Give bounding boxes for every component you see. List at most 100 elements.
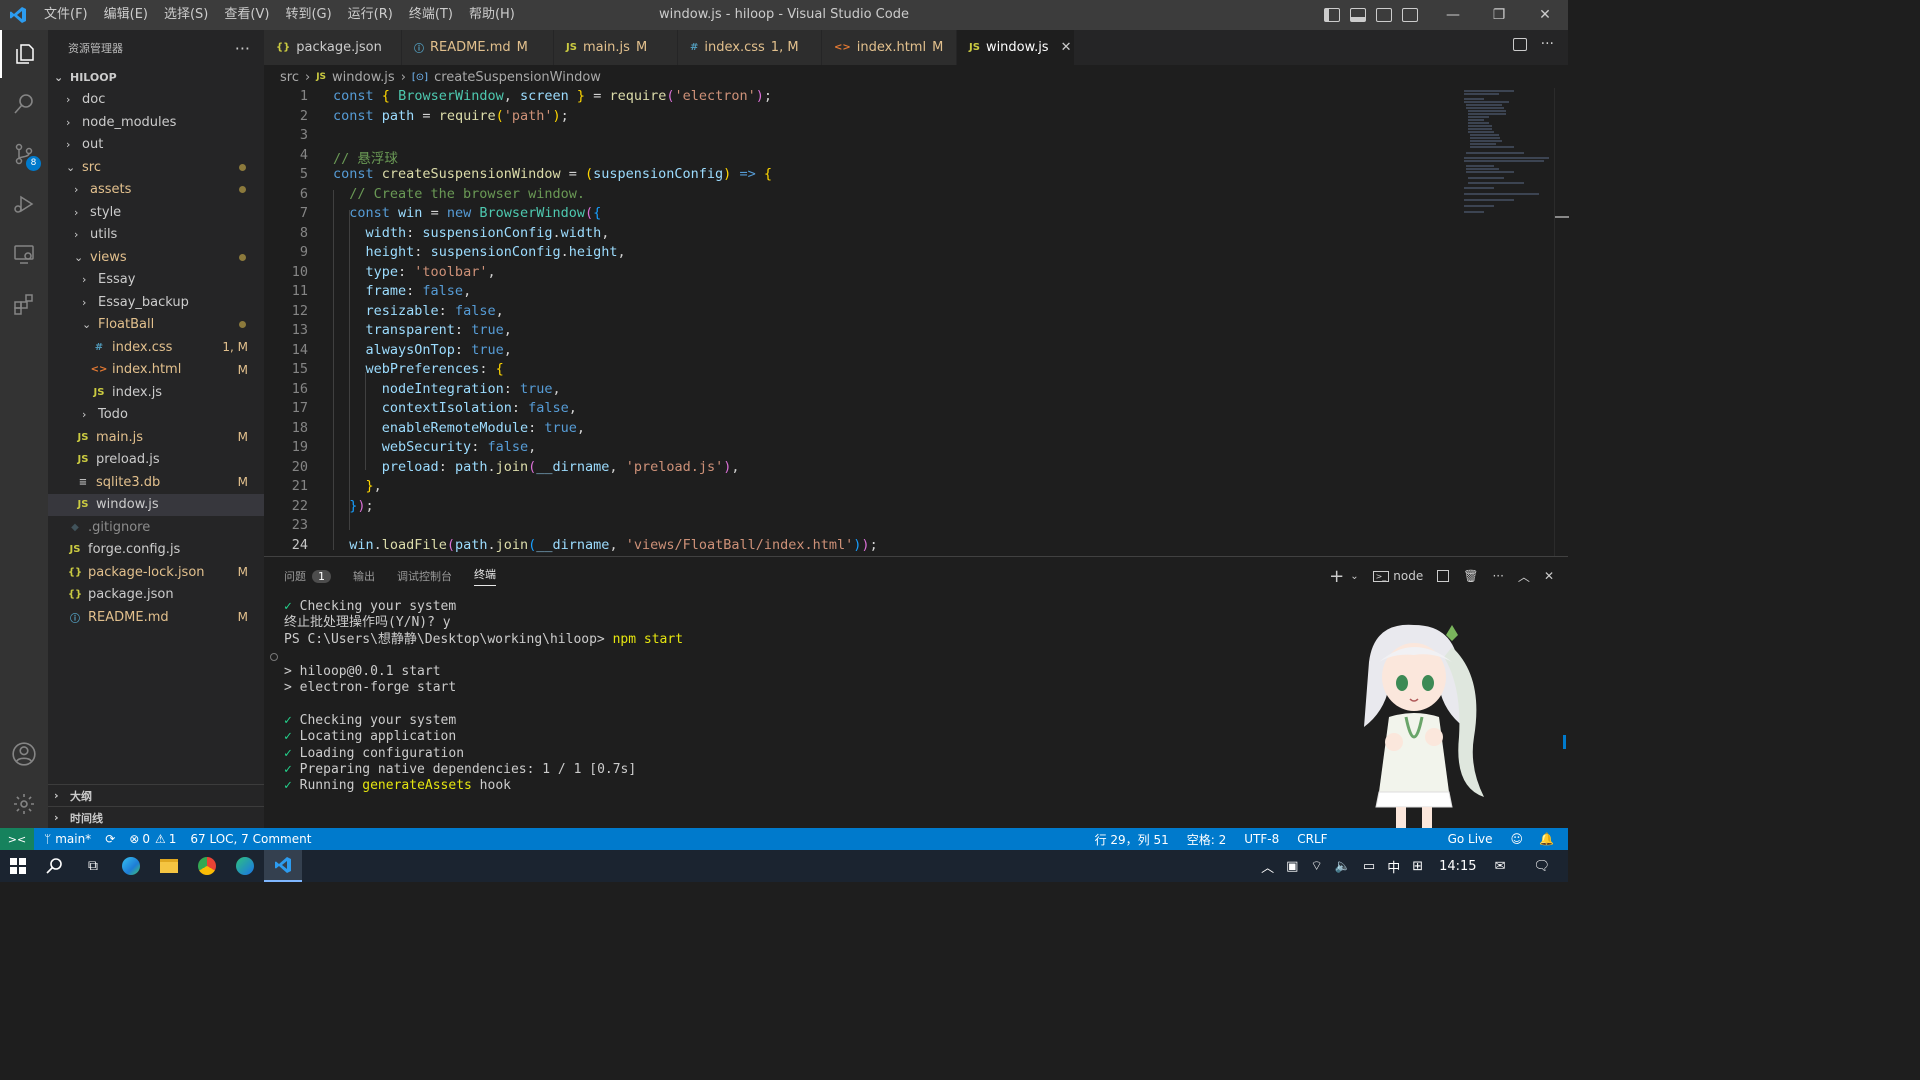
menu-item[interactable]: 帮助(H) bbox=[461, 0, 523, 30]
outline-section[interactable]: › 大纲 bbox=[48, 784, 264, 807]
breadcrumb-item[interactable]: createSuspensionWindow bbox=[434, 70, 601, 85]
customize-layout-icon[interactable] bbox=[1402, 8, 1418, 22]
loc-status[interactable]: 67 LOC, 7 Comment bbox=[190, 832, 311, 846]
toggle-panel-icon[interactable] bbox=[1350, 8, 1366, 22]
code-line[interactable]: // Create the browser window. bbox=[333, 186, 585, 202]
taskbar-search-icon[interactable] bbox=[36, 857, 74, 875]
file-item[interactable]: ◆ .gitignore bbox=[48, 516, 264, 539]
battery-icon[interactable]: ▭ bbox=[1363, 859, 1375, 874]
tab-main-js[interactable]: JS main.js M bbox=[554, 30, 678, 65]
tab-index-html[interactable]: <> index.html M bbox=[822, 30, 957, 65]
split-editor-icon[interactable] bbox=[1512, 38, 1527, 51]
code-line[interactable]: width: suspensionConfig.width, bbox=[333, 225, 610, 241]
wifi-icon[interactable]: ⌔ bbox=[1310, 858, 1322, 874]
folder-item[interactable]: › assets bbox=[48, 179, 264, 202]
cursor-position[interactable]: 行 29，列 51 bbox=[1095, 831, 1169, 848]
close-tab-icon[interactable]: ✕ bbox=[1061, 40, 1072, 55]
restore-button[interactable]: ❐ bbox=[1476, 0, 1522, 30]
remote-indicator[interactable]: >< bbox=[0, 828, 34, 850]
tab-package-json[interactable]: {} package.json bbox=[264, 30, 402, 65]
timeline-section[interactable]: › 时间线 bbox=[48, 806, 264, 829]
line-ending[interactable]: CRLF bbox=[1297, 832, 1327, 846]
close-panel-icon[interactable]: ✕ bbox=[1544, 569, 1554, 583]
code-line[interactable]: win.loadFile(path.join(__dirname, 'views… bbox=[333, 537, 877, 553]
accounts-icon[interactable] bbox=[0, 730, 48, 778]
ime-indicator[interactable]: 中 bbox=[1387, 857, 1400, 876]
extensions-icon[interactable] bbox=[0, 280, 48, 328]
tab-readme-md[interactable]: ⓘ README.md M bbox=[402, 30, 554, 65]
code-line[interactable]: resizable: false, bbox=[333, 303, 504, 319]
panel-tab[interactable]: 终端 bbox=[474, 566, 496, 586]
code-line[interactable]: }, bbox=[333, 478, 382, 494]
breadcrumb-item[interactable]: src bbox=[280, 70, 299, 85]
folder-item[interactable]: ⌄ src bbox=[48, 156, 264, 179]
code-line[interactable]: type: 'toolbar', bbox=[333, 264, 496, 280]
edge-browser-icon[interactable] bbox=[112, 857, 150, 875]
terminal-output[interactable]: ✓ Checking your system 终止批处理操作吗(Y/N)? y PS… bbox=[284, 599, 683, 795]
source-control-icon[interactable]: 8 bbox=[0, 130, 48, 178]
file-item[interactable]: ≡ sqlite3.db M bbox=[48, 471, 264, 494]
tray-mail-icon[interactable]: ✉ bbox=[1495, 859, 1506, 874]
editor-scrollbar[interactable] bbox=[1554, 88, 1569, 556]
windows-start-icon[interactable] bbox=[0, 858, 36, 874]
chevron-down-icon[interactable]: ⌄ bbox=[1350, 571, 1358, 582]
terminal-shell[interactable]: >_ node bbox=[1372, 569, 1423, 583]
folder-item[interactable]: › style bbox=[48, 201, 264, 224]
branch-status[interactable]: ᛘ main* bbox=[44, 832, 91, 846]
file-item[interactable]: {} package.json bbox=[48, 584, 264, 607]
code-editor[interactable]: 1 const { BrowserWindow, screen } = requi… bbox=[264, 88, 1454, 556]
code-line[interactable]: height: suspensionConfig.height, bbox=[333, 244, 626, 260]
tray-app-icon[interactable]: ▣ bbox=[1286, 859, 1298, 874]
menu-item[interactable]: 文件(F) bbox=[36, 0, 96, 30]
folder-item[interactable]: › node_modules bbox=[48, 111, 264, 134]
settings-gear-icon[interactable] bbox=[0, 780, 48, 828]
tab-window-js[interactable]: JS window.js ✕ bbox=[957, 30, 1075, 65]
code-line[interactable]: }); bbox=[333, 498, 373, 514]
folder-item[interactable]: › doc bbox=[48, 89, 264, 112]
file-item[interactable]: JS window.js bbox=[48, 493, 264, 516]
file-item[interactable]: JS forge.config.js bbox=[48, 539, 264, 562]
folder-item[interactable]: › Todo bbox=[48, 404, 264, 427]
menu-item[interactable]: 编辑(E) bbox=[96, 0, 156, 30]
file-item[interactable]: # index.css 1, M bbox=[48, 336, 264, 359]
volume-icon[interactable]: 🔈 bbox=[1335, 859, 1351, 874]
folder-item[interactable]: › Essay bbox=[48, 269, 264, 292]
code-line[interactable]: // 悬浮球 bbox=[333, 147, 398, 167]
go-live-button[interactable]: Go Live bbox=[1448, 832, 1493, 846]
minimize-button[interactable]: — bbox=[1430, 0, 1476, 30]
code-line[interactable]: nodeIntegration: true, bbox=[333, 381, 561, 397]
panel-tab[interactable]: 调试控制台 bbox=[397, 568, 452, 584]
folder-item[interactable]: ⌄ FloatBall bbox=[48, 314, 264, 337]
panel-tab[interactable]: 输出 bbox=[353, 568, 375, 584]
menu-item[interactable]: 运行(R) bbox=[340, 0, 401, 30]
toggle-sidebar-icon[interactable] bbox=[1324, 8, 1340, 22]
more-actions-icon[interactable]: ··· bbox=[1492, 569, 1503, 583]
menu-item[interactable]: 选择(S) bbox=[156, 0, 216, 30]
breadcrumb-item[interactable]: window.js bbox=[332, 70, 395, 85]
code-line[interactable]: webSecurity: false, bbox=[333, 439, 536, 455]
sync-icon[interactable]: ⟳ bbox=[105, 832, 115, 846]
clock[interactable]: 14:15 bbox=[1439, 859, 1476, 874]
file-explorer-icon[interactable] bbox=[150, 859, 188, 873]
menu-item[interactable]: 转到(G) bbox=[277, 0, 339, 30]
tray-chevron-up-icon[interactable]: ︿ bbox=[1261, 857, 1274, 876]
trash-icon[interactable]: 🗑 bbox=[1463, 569, 1478, 583]
code-line[interactable]: transparent: true, bbox=[333, 322, 512, 338]
notification-center-icon[interactable]: 🗨 bbox=[1533, 859, 1550, 874]
task-view-icon[interactable]: ⧉ bbox=[74, 858, 112, 874]
menu-item[interactable]: 终端(T) bbox=[401, 0, 461, 30]
code-line[interactable]: const { BrowserWindow, screen } = requir… bbox=[333, 88, 772, 104]
explorer-root[interactable]: ⌄ HILOOP bbox=[48, 66, 264, 89]
new-terminal-icon[interactable]: + bbox=[1329, 566, 1344, 587]
code-line[interactable]: const createSuspensionWindow = (suspensi… bbox=[333, 166, 772, 182]
file-item[interactable]: <> index.html M bbox=[48, 359, 264, 382]
vscode-taskbar-icon[interactable] bbox=[264, 850, 302, 882]
code-line[interactable]: preload: path.join(__dirname, 'preload.j… bbox=[333, 459, 740, 475]
code-line[interactable]: webPreferences: { bbox=[333, 361, 504, 377]
run-debug-icon[interactable] bbox=[0, 180, 48, 228]
edge-dev-icon[interactable] bbox=[226, 857, 264, 875]
folder-item[interactable]: › out bbox=[48, 134, 264, 157]
panel-tab[interactable]: 问题 1 bbox=[284, 568, 331, 584]
file-item[interactable]: JS index.js bbox=[48, 381, 264, 404]
explorer-icon[interactable] bbox=[0, 30, 48, 78]
